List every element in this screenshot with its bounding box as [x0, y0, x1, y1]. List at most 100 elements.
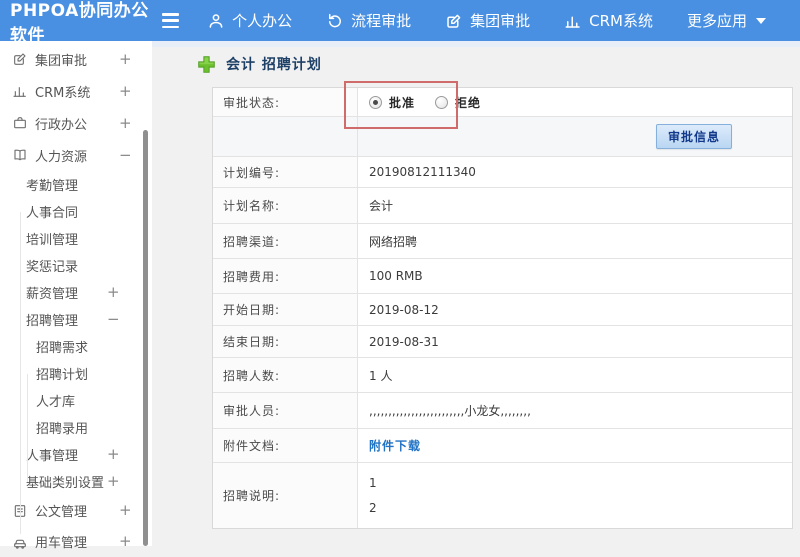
- nav-personal-office[interactable]: 个人办公: [207, 10, 292, 31]
- field-label: 计划名称:: [213, 188, 358, 223]
- sidebar-item-recruit-plan[interactable]: 招聘计划: [0, 360, 152, 387]
- sidebar-item-salary[interactable]: 薪资管理 +: [0, 279, 152, 306]
- expand-icon[interactable]: +: [119, 115, 132, 131]
- collapse-icon[interactable]: −: [119, 147, 132, 163]
- table-row: 结束日期: 2019-08-31: [213, 326, 792, 358]
- radio-approve[interactable]: [369, 95, 382, 109]
- field-label: 审批人员:: [213, 393, 358, 428]
- app-logo: PHPOA协同办公软件: [10, 0, 149, 46]
- attachment-download-link[interactable]: 附件下载: [369, 437, 421, 454]
- field-value: 20190812111340: [369, 165, 476, 179]
- table-row: 审批状态: 批准 拒绝: [213, 88, 792, 117]
- table-row: 招聘说明: 1 2: [213, 463, 792, 528]
- user-icon: [209, 13, 223, 28]
- approval-status-cell: 批准 拒绝: [358, 88, 792, 116]
- description-line: 2: [369, 501, 377, 515]
- field-value: 100 RMB: [369, 269, 423, 283]
- field-label-empty: [213, 117, 358, 156]
- sidebar-item-personnel-mgmt[interactable]: 人事管理 +: [0, 441, 152, 468]
- expand-icon[interactable]: +: [119, 83, 132, 99]
- page-header: 会计 招聘计划: [197, 54, 322, 74]
- sidebar-item-attendance[interactable]: 考勤管理: [0, 171, 152, 198]
- sidebar-item-group-approval[interactable]: 集团审批 +: [0, 43, 152, 75]
- nav-crm-system[interactable]: CRM系统: [564, 10, 653, 31]
- field-label: 开始日期:: [213, 294, 358, 325]
- table-row: 计划编号: 20190812111340: [213, 157, 792, 188]
- edit-square-icon: [12, 51, 28, 67]
- sidebar: 集团审批 + CRM系统 + 行政办公 + 人力资源 − 考勤管理 人事合同 培…: [0, 41, 152, 551]
- field-label: 招聘费用:: [213, 259, 358, 293]
- expand-icon[interactable]: +: [119, 503, 132, 518]
- recruit-plan-detail-table: 审批状态: 批准 拒绝 审批信息 计划编号: 20190812111340 计划…: [212, 87, 793, 529]
- table-row: 招聘人数: 1 人: [213, 358, 792, 393]
- sidebar-item-training[interactable]: 培训管理: [0, 225, 152, 252]
- page-title: 会计 招聘计划: [226, 57, 322, 73]
- tree-guide-line: [20, 212, 21, 534]
- table-row: 审批人员: ,,,,,,,,,,,,,,,,,,,,,,,,,小龙女,,,,,,…: [213, 393, 792, 429]
- description-line: 1: [369, 476, 377, 490]
- nav-label: 流程审批: [351, 12, 412, 30]
- sidebar-item-base-category[interactable]: 基础类别设置 +: [0, 468, 152, 495]
- sidebar-item-vehicle-mgmt[interactable]: 用车管理 +: [0, 526, 152, 557]
- field-label: 计划编号:: [213, 157, 358, 187]
- expand-icon[interactable]: +: [107, 474, 120, 489]
- caret-down-icon: [756, 17, 766, 24]
- sidebar-scrollbar[interactable]: [143, 130, 148, 546]
- sidebar-item-official-docs[interactable]: 公文管理 +: [0, 495, 152, 526]
- field-value: 2019-08-31: [369, 334, 439, 349]
- cycle-icon: [329, 13, 342, 27]
- sidebar-item-admin-office[interactable]: 行政办公 +: [0, 107, 152, 139]
- edit-square-icon: [447, 14, 461, 28]
- field-label: 附件文档:: [213, 429, 358, 462]
- sidebar-item-human-resources[interactable]: 人力资源 −: [0, 139, 152, 171]
- field-value: 1 人: [369, 368, 393, 383]
- top-navigation-bar: PHPOA协同办公软件 个人办公 流程审批 集团审批 CRM系统 更多应用: [0, 0, 800, 46]
- field-label: 招聘说明:: [213, 463, 358, 528]
- field-label: 结束日期:: [213, 326, 358, 357]
- table-row: 附件文档: 附件下载: [213, 429, 792, 463]
- expand-icon[interactable]: +: [119, 534, 132, 549]
- nav-more-apps[interactable]: 更多应用: [687, 10, 766, 31]
- collapse-icon[interactable]: −: [107, 312, 120, 327]
- sidebar-item-recruit-demand[interactable]: 招聘需求: [0, 333, 152, 360]
- briefcase-icon: [12, 115, 28, 131]
- field-value: 1 2: [358, 463, 792, 528]
- top-menu: 个人办公 流程审批 集团审批 CRM系统 更多应用: [207, 10, 800, 31]
- table-row: 招聘渠道: 网络招聘: [213, 224, 792, 259]
- menu-toggle-icon[interactable]: [161, 13, 180, 28]
- sidebar-item-rewards[interactable]: 奖惩记录: [0, 252, 152, 279]
- nav-label: 更多应用: [686, 12, 747, 30]
- expand-icon[interactable]: +: [119, 51, 132, 67]
- nav-group-approval[interactable]: 集团审批: [445, 10, 530, 31]
- car-icon: [12, 534, 28, 550]
- radio-reject[interactable]: [435, 95, 449, 109]
- main-content: 会计 招聘计划 审批状态: 批准 拒绝 审批信息 计划编号: 201908121…: [152, 41, 800, 546]
- table-row: 招聘费用: 100 RMB: [213, 259, 792, 294]
- nav-process-approval[interactable]: 流程审批: [326, 10, 411, 31]
- sidebar-item-recruit-mgmt[interactable]: 招聘管理 −: [0, 306, 152, 333]
- sidebar-item-recruit-hire[interactable]: 招聘录用: [0, 414, 152, 441]
- table-row: 计划名称: 会计: [213, 188, 792, 224]
- add-icon[interactable]: [197, 55, 216, 74]
- radio-reject-label: 拒绝: [455, 95, 482, 110]
- field-value: 网络招聘: [369, 234, 418, 249]
- sidebar-item-hr-contract[interactable]: 人事合同: [0, 198, 152, 225]
- table-row: 开始日期: 2019-08-12: [213, 294, 792, 326]
- book-icon: [12, 147, 28, 163]
- nav-label: 集团审批: [470, 12, 531, 30]
- field-label: 招聘渠道:: [213, 224, 358, 258]
- field-label: 审批状态:: [213, 88, 358, 116]
- approval-info-button[interactable]: 审批信息: [655, 124, 732, 149]
- bar-chart-icon: [12, 83, 28, 99]
- expand-icon[interactable]: +: [107, 447, 120, 462]
- bar-chart-icon: [565, 16, 580, 28]
- field-value: 2019-08-12: [369, 302, 439, 317]
- tree-guide-line: [27, 374, 28, 482]
- expand-icon[interactable]: +: [107, 285, 120, 300]
- field-value: ,,,,,,,,,,,,,,,,,,,,,,,,,小龙女,,,,,,,,: [369, 404, 531, 418]
- topbar-shadow-strip: [152, 41, 800, 47]
- sidebar-item-talent-pool[interactable]: 人才库: [0, 387, 152, 414]
- nav-label: CRM系统: [589, 12, 653, 30]
- sidebar-item-crm[interactable]: CRM系统 +: [0, 75, 152, 107]
- table-row: 审批信息: [213, 117, 792, 157]
